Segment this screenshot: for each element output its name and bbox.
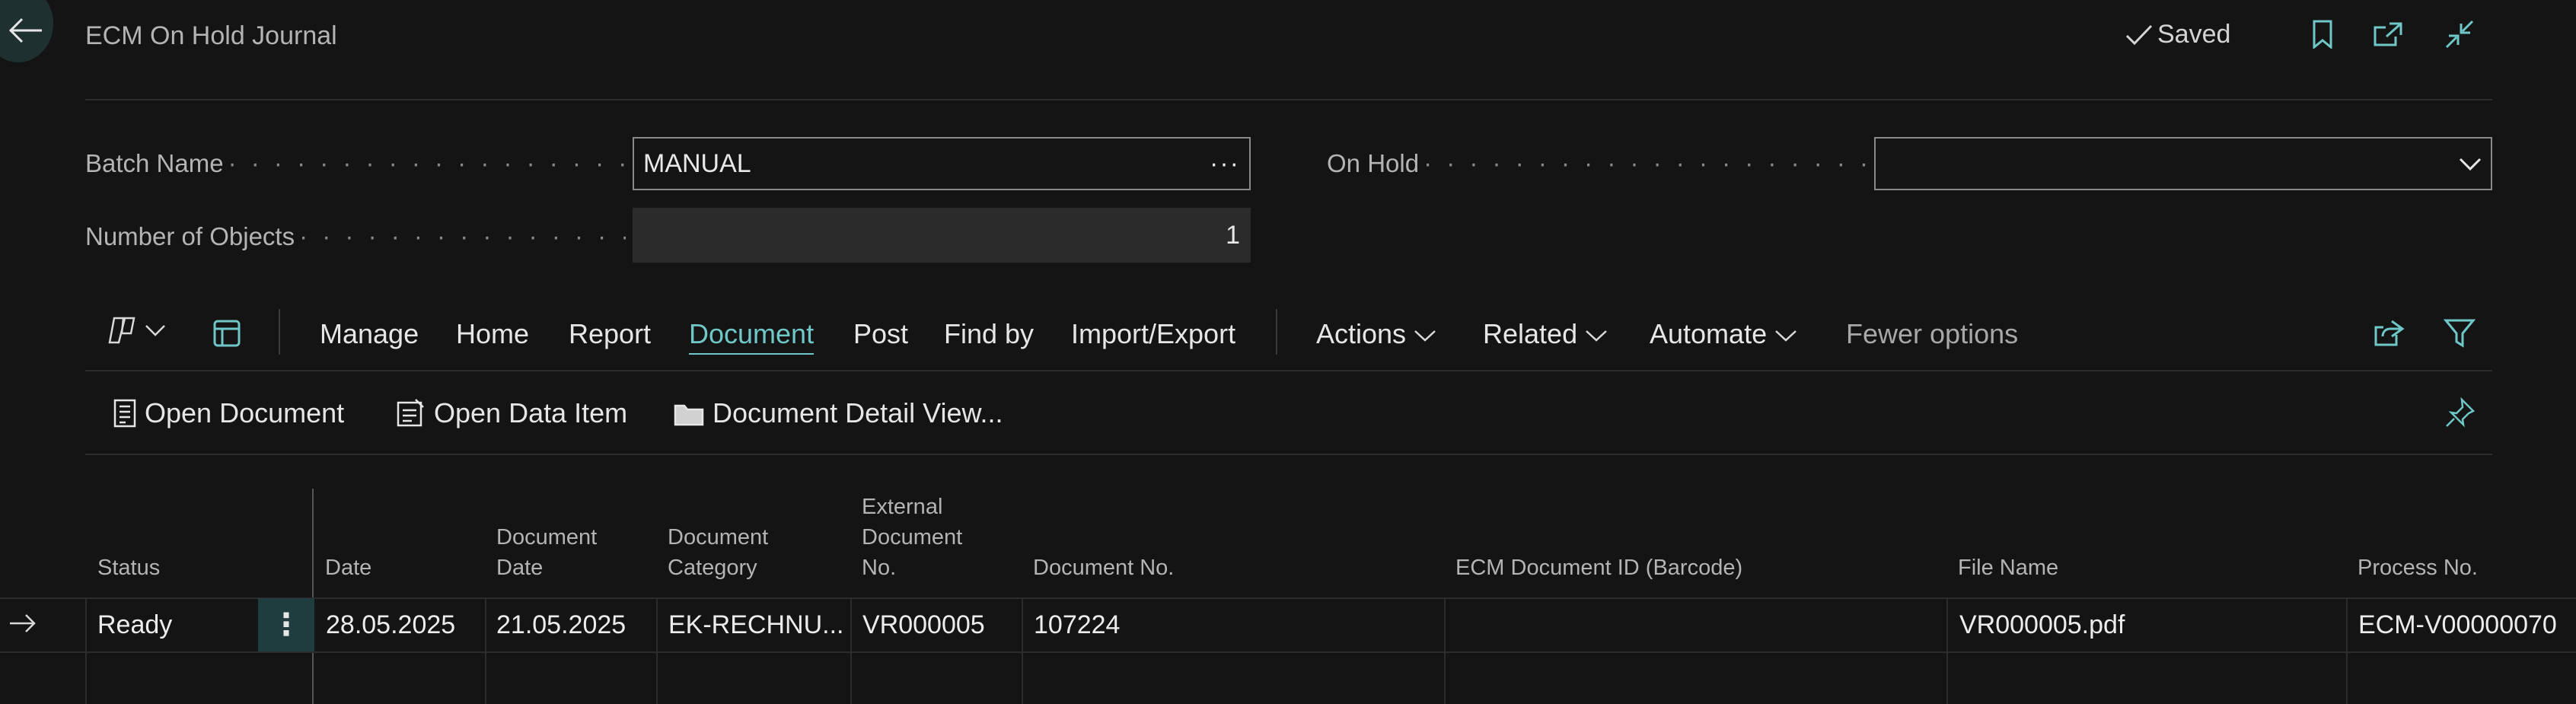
menu-automate[interactable]: Automate bbox=[1650, 318, 1797, 350]
column-header-file-name[interactable]: File Name bbox=[1958, 553, 2058, 583]
column-divider bbox=[85, 598, 87, 704]
menu-manage[interactable]: Manage bbox=[320, 318, 419, 350]
column-header-status[interactable]: Status bbox=[97, 553, 160, 583]
action-bar-separator bbox=[1276, 309, 1277, 355]
copilot-icon bbox=[107, 315, 140, 346]
folder-icon bbox=[673, 400, 705, 427]
menu-post[interactable]: Post bbox=[853, 318, 908, 350]
saved-status: Saved bbox=[2125, 20, 2230, 49]
page-title: ECM On Hold Journal bbox=[85, 21, 337, 50]
column-divider bbox=[1444, 598, 1446, 704]
column-divider bbox=[656, 598, 658, 704]
sub-actions-divider bbox=[85, 454, 2492, 455]
menu-document[interactable]: Document bbox=[689, 318, 815, 355]
data-item-icon bbox=[396, 398, 426, 428]
column-header-document-category[interactable]: Document Category bbox=[668, 522, 768, 583]
back-button[interactable] bbox=[0, 0, 53, 62]
filter-icon[interactable] bbox=[2444, 318, 2476, 349]
chevron-down-icon bbox=[1585, 329, 1608, 342]
column-header-ecm-document-id[interactable]: ECM Document ID (Barcode) bbox=[1455, 553, 1742, 583]
chevron-down-icon bbox=[145, 323, 166, 337]
cell-document-no[interactable]: 107224 bbox=[1034, 610, 1120, 640]
open-data-item-button[interactable]: Open Data Item bbox=[396, 397, 627, 429]
collapse-icon[interactable] bbox=[2441, 15, 2479, 53]
column-divider bbox=[2346, 598, 2348, 704]
column-header-process-no[interactable]: Process No. bbox=[2358, 553, 2478, 583]
column-header-document-date[interactable]: Document Date bbox=[496, 522, 597, 583]
column-divider bbox=[1022, 598, 1023, 704]
menu-report[interactable]: Report bbox=[569, 318, 651, 350]
cell-process-no[interactable]: ECM-V00000070 bbox=[2358, 610, 2557, 640]
page-layout-icon[interactable] bbox=[212, 318, 242, 349]
batch-name-label: Batch Name · · · · · · · · · · · · · · · … bbox=[85, 149, 626, 177]
row-arrow-icon bbox=[8, 612, 38, 635]
column-header-date[interactable]: Date bbox=[325, 553, 371, 583]
menu-import-export[interactable]: Import/Export bbox=[1071, 318, 1235, 350]
column-header-external-document-no[interactable]: External Document No. bbox=[862, 492, 962, 583]
open-document-button[interactable]: Open Document bbox=[113, 397, 344, 429]
fewer-options-button[interactable]: Fewer options bbox=[1846, 318, 2018, 350]
cell-document-date[interactable]: 21.05.2025 bbox=[496, 610, 626, 640]
chevron-down-icon bbox=[1774, 329, 1797, 342]
document-detail-view-button[interactable]: Document Detail View... bbox=[673, 397, 1003, 429]
menu-find-by[interactable]: Find by bbox=[944, 318, 1034, 350]
row-actions-button[interactable]: ⋮ bbox=[258, 598, 314, 651]
number-of-objects-value: 1 bbox=[633, 208, 1251, 263]
row-divider bbox=[0, 651, 2576, 653]
cell-external-document-no[interactable]: VR000005 bbox=[862, 610, 985, 640]
checkmark-icon bbox=[2125, 24, 2153, 46]
on-hold-select[interactable] bbox=[1874, 137, 2492, 190]
header-divider bbox=[85, 99, 2492, 100]
batch-name-value: MANUAL bbox=[643, 148, 751, 178]
saved-label: Saved bbox=[2157, 20, 2231, 49]
pin-icon[interactable] bbox=[2444, 397, 2476, 429]
cell-file-name[interactable]: VR000005.pdf bbox=[1959, 610, 2125, 640]
menu-related[interactable]: Related bbox=[1483, 318, 1608, 350]
copilot-button[interactable] bbox=[107, 315, 166, 346]
column-divider bbox=[850, 598, 852, 704]
open-new-window-icon[interactable] bbox=[2369, 15, 2407, 53]
column-header-document-no[interactable]: Document No. bbox=[1033, 553, 1174, 583]
menu-actions[interactable]: Actions bbox=[1316, 318, 1436, 350]
frozen-column-divider bbox=[312, 489, 314, 704]
action-bar-separator bbox=[279, 309, 280, 355]
on-hold-label: On Hold · · · · · · · · · · · · · · · · ·… bbox=[1327, 149, 1867, 177]
chevron-down-icon bbox=[1414, 329, 1436, 342]
column-divider bbox=[1946, 598, 1948, 704]
header-row-divider bbox=[0, 597, 2576, 599]
document-icon bbox=[113, 398, 137, 428]
number-of-objects-label: Number of Objects · · · · · · · · · · · ·… bbox=[85, 222, 626, 250]
column-divider bbox=[485, 598, 486, 704]
share-icon[interactable] bbox=[2374, 318, 2405, 347]
menu-home[interactable]: Home bbox=[456, 318, 529, 350]
cell-document-category[interactable]: EK-RECHNU... bbox=[668, 610, 843, 640]
cell-status[interactable]: Ready bbox=[97, 610, 172, 640]
bookmark-icon[interactable] bbox=[2303, 15, 2342, 53]
action-bar-divider bbox=[85, 370, 2492, 371]
batch-name-field[interactable]: MANUAL ··· bbox=[633, 137, 1251, 190]
chevron-down-icon bbox=[2459, 156, 2482, 171]
lookup-button[interactable]: ··· bbox=[1210, 149, 1240, 179]
back-arrow-icon bbox=[8, 17, 43, 44]
cell-date[interactable]: 28.05.2025 bbox=[326, 610, 455, 640]
